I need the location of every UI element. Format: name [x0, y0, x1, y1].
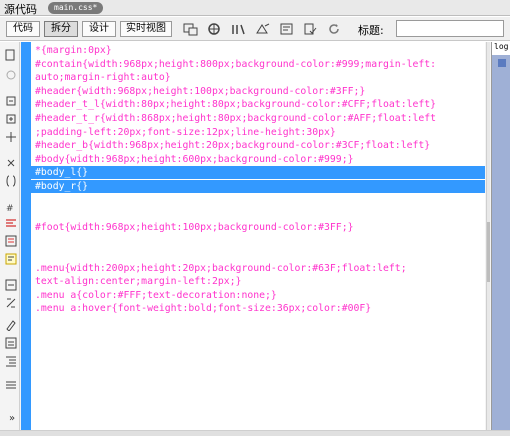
expand-tag-icon[interactable] — [4, 94, 18, 108]
remove-comment-icon[interactable] — [4, 278, 18, 292]
validate-icon[interactable] — [302, 20, 319, 37]
indent-icon[interactable] — [4, 354, 18, 368]
code-line[interactable]: #body_l{} — [35, 166, 89, 179]
code-gutter — [21, 42, 31, 430]
preview-text: log — [494, 42, 509, 51]
code-line[interactable]: #header_t_r{width:868px;height:80px;back… — [35, 112, 436, 125]
line-numbers-icon[interactable] — [4, 174, 18, 188]
wrap-tag-icon[interactable] — [4, 296, 18, 310]
title-input[interactable] — [396, 20, 504, 37]
chevron-down-icon[interactable]: » — [4, 412, 20, 426]
syntax-coloring-icon[interactable] — [4, 234, 18, 248]
split-view-button[interactable]: 拆分 — [44, 21, 78, 37]
move-css-icon[interactable] — [4, 336, 18, 350]
scrollbar-thumb[interactable] — [487, 222, 490, 282]
selection-highlight — [31, 166, 485, 180]
selection-highlight — [31, 180, 485, 193]
code-line[interactable]: .menu a{color:#FFF;text-decoration:none;… — [35, 289, 277, 302]
recent-snippets-icon[interactable] — [4, 318, 18, 332]
apply-comment-icon[interactable] — [4, 252, 18, 266]
svg-text:#: # — [6, 204, 14, 213]
code-line[interactable]: *{margin:0px} — [35, 44, 112, 57]
highlight-invalid-icon[interactable]: # — [4, 200, 18, 214]
code-line[interactable]: auto;margin-right:auto} — [35, 71, 171, 84]
design-preview-pane: log — [491, 42, 510, 432]
preview-globe-icon[interactable] — [206, 20, 223, 37]
expand-all-icon[interactable] — [4, 112, 18, 126]
select-parent-icon[interactable] — [4, 130, 18, 144]
code-line[interactable]: .menu a:hover{font-weight:bold;font-size… — [35, 302, 371, 315]
preview-header-block — [492, 55, 510, 432]
code-line[interactable]: #header_t_l{width:80px;height:80px;backg… — [35, 98, 436, 111]
horizontal-scrollbar[interactable] — [0, 430, 510, 436]
file-management-icon[interactable] — [230, 20, 247, 37]
title-label: 标题: — [358, 24, 384, 37]
editor-main: # » *{margin:0px} #contain{width:968px;h… — [0, 42, 510, 436]
code-line[interactable]: .menu{width:200px;height:20px;background… — [35, 262, 407, 275]
code-view-button[interactable]: 代码 — [6, 21, 40, 37]
code-line[interactable]: #body_r{} — [35, 180, 89, 193]
code-line[interactable]: #contain{width:968px;height:800px;backgr… — [35, 58, 436, 71]
code-line[interactable]: #foot{width:968px;height:100px;backgroun… — [35, 221, 354, 234]
open-documents-icon[interactable] — [4, 48, 18, 62]
refresh-icon[interactable] — [326, 20, 343, 37]
code-line[interactable]: #body{width:968px;height:600px;backgroun… — [35, 153, 354, 166]
source-code-tab[interactable]: 源代码 — [4, 1, 37, 17]
multiscreen-icon[interactable] — [182, 20, 199, 37]
code-line[interactable]: text-align:center;margin-left:2px;} — [35, 275, 241, 288]
word-wrap-icon[interactable] — [4, 216, 18, 230]
document-toolbar: 代码 拆分 设计 实时视图 标题: — [0, 17, 510, 41]
file-tab[interactable]: main.css* — [48, 2, 104, 14]
code-line[interactable]: #header_b{width:968px;height:20px;backgr… — [35, 139, 430, 152]
debug-icon[interactable] — [254, 20, 271, 37]
visual-aids-icon[interactable] — [278, 20, 295, 37]
collapse-icon[interactable] — [4, 68, 18, 82]
format-source-icon[interactable] — [4, 378, 18, 392]
code-line[interactable]: #header{width:968px;height:100px;backgro… — [35, 85, 365, 98]
design-view-button[interactable]: 设计 — [82, 21, 116, 37]
code-editor[interactable]: *{margin:0px} #contain{width:968px;height… — [31, 42, 485, 430]
document-tabbar: 源代码 main.css* — [0, 0, 510, 16]
balance-braces-icon[interactable] — [4, 156, 18, 170]
coding-toolbar: # » — [2, 42, 20, 430]
code-line[interactable]: ;padding-left:20px;font-size:12px;line-h… — [35, 126, 336, 139]
live-view-button[interactable]: 实时视图 — [120, 21, 172, 37]
